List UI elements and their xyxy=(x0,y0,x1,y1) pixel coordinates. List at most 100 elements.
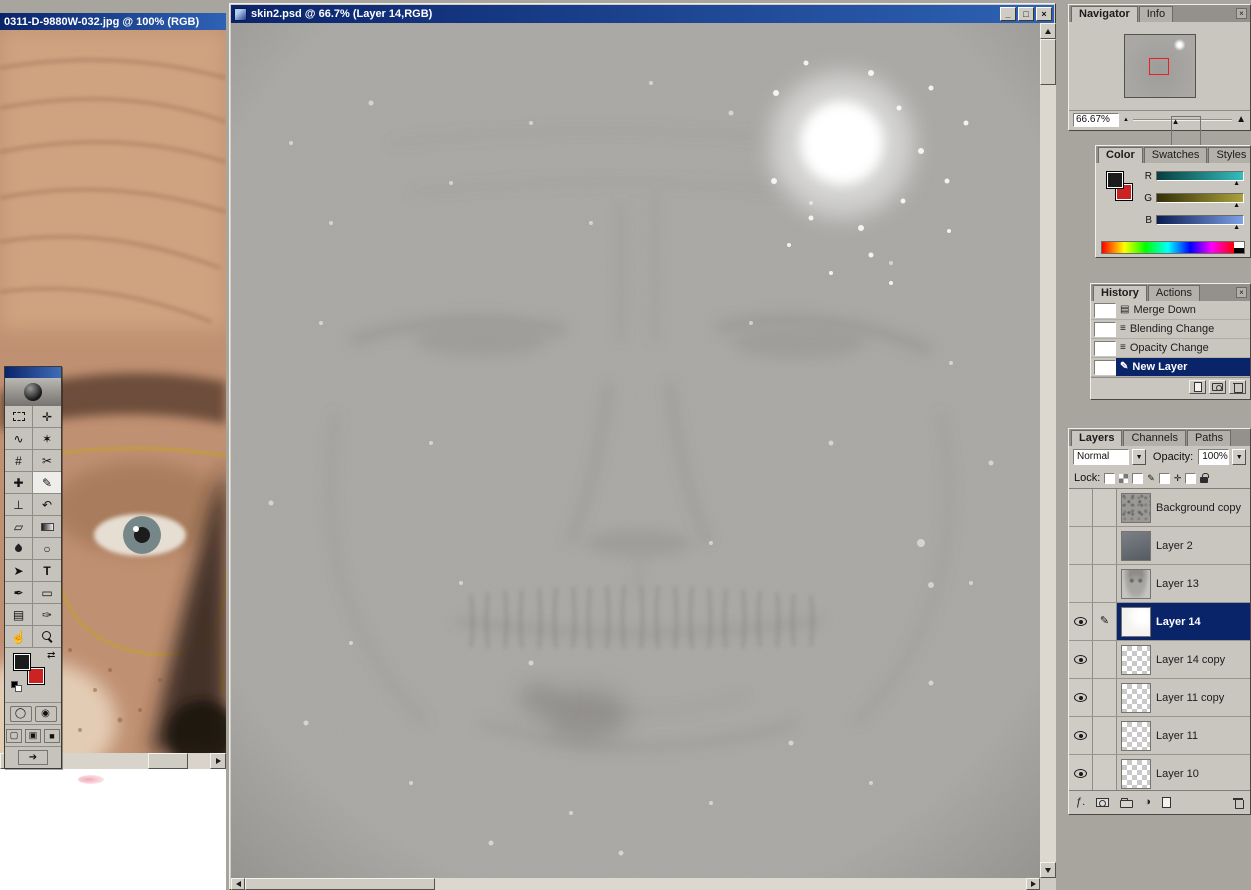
delete-state-button[interactable] xyxy=(1229,380,1246,394)
tab-channels[interactable]: Channels xyxy=(1123,430,1185,446)
rectangular-marquee-tool[interactable] xyxy=(5,406,33,428)
zoom-tool[interactable] xyxy=(33,626,61,648)
layer-thumbnail[interactable] xyxy=(1121,645,1151,675)
brush-tool[interactable]: ✎ xyxy=(33,472,61,494)
shape-tool[interactable]: ▭ xyxy=(33,582,61,604)
notes-tool[interactable]: ▤ xyxy=(5,604,33,626)
delete-layer-button[interactable] xyxy=(1233,797,1243,809)
visibility-toggle[interactable] xyxy=(1069,527,1093,564)
quick-mask-mode-button[interactable]: ◉ xyxy=(35,706,57,722)
scrollbar-thumb[interactable] xyxy=(245,878,435,890)
layer-row[interactable]: Layer 10 xyxy=(1069,755,1250,791)
default-colors-button[interactable] xyxy=(11,681,23,693)
tab-info[interactable]: Info xyxy=(1139,6,1173,22)
scroll-up-button[interactable] xyxy=(1040,23,1056,39)
document-hscrollbar[interactable] xyxy=(231,878,1040,890)
red-slider[interactable]: ▲ xyxy=(1156,171,1244,181)
move-tool[interactable]: ✛ xyxy=(33,406,61,428)
layer-thumbnail[interactable] xyxy=(1121,531,1151,561)
clone-stamp-tool[interactable]: ⊥ xyxy=(5,494,33,516)
black-chip[interactable] xyxy=(1234,248,1244,254)
scrollbar-thumb[interactable] xyxy=(148,753,188,769)
link-cell[interactable] xyxy=(1093,527,1117,564)
tab-styles[interactable]: Styles xyxy=(1208,147,1250,163)
layer-thumbnail[interactable] xyxy=(1121,607,1151,637)
minimize-button[interactable]: _ xyxy=(1000,7,1016,21)
layer-thumbnail[interactable] xyxy=(1121,569,1151,599)
rainbow-ramp[interactable] xyxy=(1102,242,1234,253)
link-cell[interactable] xyxy=(1093,565,1117,602)
scroll-right-button[interactable] xyxy=(1026,878,1040,890)
new-document-from-state-button[interactable] xyxy=(1189,380,1206,394)
tab-actions[interactable]: Actions xyxy=(1148,285,1200,301)
lasso-tool[interactable]: ∿ xyxy=(5,428,33,450)
tab-color[interactable]: Color xyxy=(1098,147,1143,163)
scroll-right-button[interactable] xyxy=(210,753,226,769)
lock-position-checkbox[interactable] xyxy=(1159,473,1170,484)
color-spectrum-ramp[interactable] xyxy=(1101,241,1245,254)
background-window-titlebar[interactable]: 0311-D-9880W-032.jpg @ 100% (RGB) xyxy=(0,13,226,30)
document-vscrollbar[interactable] xyxy=(1040,23,1056,878)
history-step-selected[interactable]: ✎New Layer xyxy=(1091,358,1250,377)
history-source-well[interactable] xyxy=(1094,360,1116,375)
hand-tool[interactable]: ☝ xyxy=(5,626,33,648)
window-resize-corner[interactable] xyxy=(1040,878,1056,890)
dodge-tool[interactable]: ○ xyxy=(33,538,61,560)
tab-swatches[interactable]: Swatches xyxy=(1144,147,1208,163)
gradient-tool[interactable] xyxy=(33,516,61,538)
layer-row-selected[interactable]: ✎ Layer 14 xyxy=(1069,603,1250,641)
tab-history[interactable]: History xyxy=(1093,285,1147,301)
close-button[interactable]: × xyxy=(1036,7,1052,21)
visibility-toggle[interactable] xyxy=(1069,603,1093,640)
toolbox-titlebar[interactable] xyxy=(5,367,61,378)
palette-close-button[interactable]: × xyxy=(1236,287,1247,298)
scrollbar-thumb[interactable] xyxy=(1040,39,1056,85)
fullscreen-mode-button[interactable]: ■ xyxy=(44,729,60,743)
history-step[interactable]: ≡Blending Change xyxy=(1091,320,1250,339)
eraser-tool[interactable]: ▱ xyxy=(5,516,33,538)
type-tool[interactable]: T xyxy=(33,560,61,582)
layer-thumbnail[interactable] xyxy=(1121,493,1151,523)
history-source-well[interactable] xyxy=(1094,341,1116,356)
history-step[interactable]: ≡Opacity Change xyxy=(1091,339,1250,358)
new-layer-set-button[interactable] xyxy=(1120,800,1133,808)
scrollbar-track[interactable] xyxy=(435,878,1026,890)
opacity-dropdown-arrow[interactable]: ▼ xyxy=(1232,449,1246,465)
navigator-view-box[interactable] xyxy=(1149,58,1169,75)
zoom-percent-field[interactable]: 66.67% xyxy=(1073,113,1119,127)
restore-button[interactable]: □ xyxy=(1018,7,1034,21)
zoom-slider-thumb[interactable]: ▲ xyxy=(1171,116,1201,146)
foreground-color-swatch[interactable] xyxy=(13,653,31,671)
palette-close-button[interactable]: × xyxy=(1236,8,1247,19)
scroll-left-button[interactable] xyxy=(231,878,245,890)
magic-wand-tool[interactable]: ✶ xyxy=(33,428,61,450)
visibility-toggle[interactable] xyxy=(1069,641,1093,678)
visibility-toggle[interactable] xyxy=(1069,717,1093,754)
layer-row[interactable]: Background copy xyxy=(1069,489,1250,527)
green-slider-thumb[interactable]: ▲ xyxy=(1233,202,1240,210)
image-canvas[interactable] xyxy=(231,23,1040,878)
fullscreen-menubar-mode-button[interactable]: ▣ xyxy=(25,729,41,743)
scroll-down-button[interactable] xyxy=(1040,862,1056,878)
blue-slider-thumb[interactable]: ▲ xyxy=(1233,224,1240,232)
lock-transparency-checkbox[interactable] xyxy=(1104,473,1115,484)
layer-row[interactable]: Layer 14 copy xyxy=(1069,641,1250,679)
new-snapshot-button[interactable] xyxy=(1209,380,1226,394)
swap-colors-button[interactable]: ⇄ xyxy=(47,651,55,661)
link-cell[interactable] xyxy=(1093,679,1117,716)
eyedropper-tool[interactable]: ✑ xyxy=(33,604,61,626)
zoom-slider[interactable]: ▲ xyxy=(1133,114,1232,126)
layer-style-button[interactable]: ƒ. xyxy=(1076,797,1085,808)
green-slider[interactable]: ▲ xyxy=(1156,193,1244,203)
slice-tool[interactable]: ✂ xyxy=(33,450,61,472)
red-slider-thumb[interactable]: ▲ xyxy=(1233,180,1240,188)
path-selection-tool[interactable]: ➤ xyxy=(5,560,33,582)
pen-tool[interactable]: ✒ xyxy=(5,582,33,604)
paint-indicator-cell[interactable]: ✎ xyxy=(1093,603,1117,640)
history-source-well[interactable] xyxy=(1094,303,1116,318)
layer-thumbnail[interactable] xyxy=(1121,683,1151,713)
visibility-toggle[interactable] xyxy=(1069,679,1093,716)
layer-row[interactable]: Layer 11 xyxy=(1069,717,1250,755)
new-layer-button[interactable] xyxy=(1162,797,1171,808)
visibility-toggle[interactable] xyxy=(1069,755,1093,791)
